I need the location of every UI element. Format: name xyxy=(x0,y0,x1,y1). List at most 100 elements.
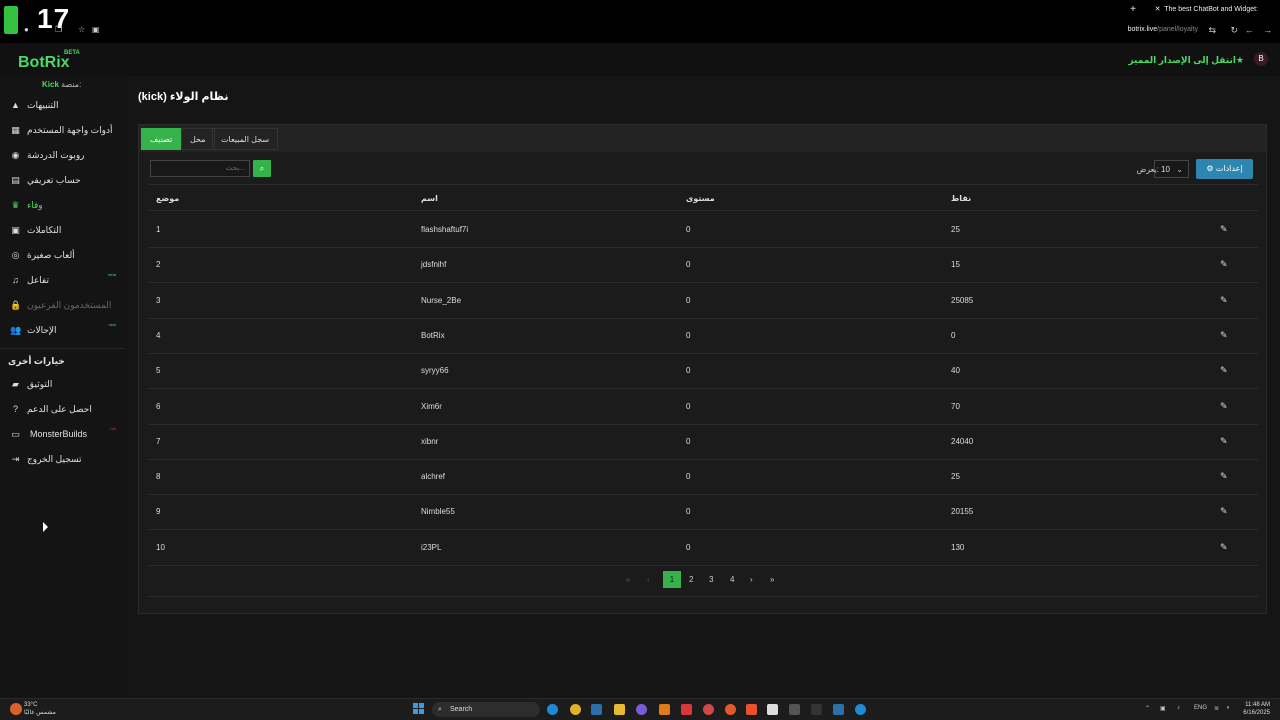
recording-icon[interactable]: ● xyxy=(24,25,29,34)
col-name[interactable]: اسم xyxy=(421,194,438,203)
sidebar-item-logout[interactable]: ⇥ تسجيل الخروج xyxy=(0,449,124,471)
app-blue-icon[interactable] xyxy=(855,704,866,715)
close-tab-icon[interactable]: ✕ xyxy=(1155,6,1161,13)
new-tab-icon[interactable]: + xyxy=(1130,4,1136,15)
tab-ranking[interactable]: تصنيف xyxy=(141,128,182,150)
row-divider xyxy=(148,529,1258,531)
steam-icon[interactable] xyxy=(591,704,602,715)
user-avatar[interactable]: B xyxy=(1254,52,1268,66)
chrome-icon[interactable] xyxy=(570,704,581,715)
app-orange-icon[interactable] xyxy=(725,704,736,715)
sidebar-item-chatbot[interactable]: ◉ روبوت الدردشة xyxy=(0,145,124,167)
edit-icon[interactable]: ✎ xyxy=(1220,401,1228,412)
edit-icon[interactable]: ✎ xyxy=(1220,295,1228,306)
row-name: xibnr xyxy=(421,436,439,446)
sidebar-item-subusers[interactable]: 🔒 المستخدمون الفرعيون xyxy=(0,295,124,317)
sidebar-item-integrations[interactable]: ▣ التكاملات xyxy=(0,220,124,242)
page-2[interactable]: 2 xyxy=(689,571,693,588)
address-bar[interactable]: botrix.live/panel/loyalty xyxy=(1128,26,1198,33)
app-icon[interactable] xyxy=(659,704,670,715)
settings-button[interactable]: ⚙ إعدادات xyxy=(1196,159,1253,179)
sidebar-item-support[interactable]: ? احصل على الدعم xyxy=(0,399,124,421)
sidebar-item-alerts[interactable]: ▲ التنبيهات xyxy=(0,95,124,117)
page-3[interactable]: 3 xyxy=(709,571,713,588)
tab-shop[interactable]: محل xyxy=(181,128,215,150)
tune-icon[interactable]: ⇆ xyxy=(1208,25,1216,36)
warning-icon: ▲ xyxy=(11,100,20,110)
taskbar-search[interactable]: ⌕ Search xyxy=(432,702,540,717)
app-circle-icon[interactable] xyxy=(703,704,714,715)
row-points: 20155 xyxy=(951,507,974,517)
row-position: 2 xyxy=(156,260,161,270)
weather-icon[interactable] xyxy=(10,703,22,715)
row-points: 25 xyxy=(951,472,960,482)
id-card-icon: ▤ xyxy=(11,175,20,185)
start-menu-icon[interactable] xyxy=(413,703,425,715)
edit-icon[interactable]: ✎ xyxy=(1220,259,1228,270)
extension-icon[interactable]: ▣ xyxy=(92,25,100,34)
sidebar-item-minigames[interactable]: ◎ ألعاب صغيرة xyxy=(0,245,124,267)
row-divider xyxy=(148,247,1258,248)
edge-icon[interactable] xyxy=(547,704,558,715)
app-dark-icon[interactable] xyxy=(811,704,822,715)
mouse-cursor xyxy=(43,522,48,532)
steam-2-icon[interactable] xyxy=(833,704,844,715)
wifi-icon[interactable]: ≋ xyxy=(1214,705,1219,712)
sidebar-item-widgets[interactable]: ▦ أدوات واجهة المستخدم xyxy=(0,120,124,142)
copy-icon[interactable]: ❐ xyxy=(55,25,62,34)
search-input[interactable] xyxy=(150,160,250,177)
tray-app-icon[interactable]: ▣ xyxy=(1160,705,1166,712)
edit-icon[interactable]: ✎ xyxy=(1220,365,1228,376)
star-icon[interactable]: ☆ xyxy=(78,25,85,34)
row-level: 0 xyxy=(686,472,691,482)
last-page-icon[interactable]: » xyxy=(770,571,774,588)
col-level[interactable]: مستوى xyxy=(686,194,715,203)
brave-icon[interactable] xyxy=(746,704,757,715)
col-position[interactable]: موضع xyxy=(156,194,179,203)
edit-icon[interactable]: ✎ xyxy=(1220,436,1228,447)
system-clock[interactable]: 11:48 AM 6/16/2025 xyxy=(1243,701,1270,717)
discord-icon[interactable] xyxy=(636,704,647,715)
edit-icon[interactable]: ✎ xyxy=(1220,506,1228,517)
sidebar-item-label: احصل على الدعم xyxy=(27,404,92,414)
back-icon[interactable]: ← xyxy=(1245,25,1254,35)
weather-widget[interactable]: 33°C مشمس غالبًا xyxy=(24,701,56,717)
page-4[interactable]: 4 xyxy=(730,571,734,588)
col-points[interactable]: نقاط xyxy=(951,194,971,203)
app-grey-icon[interactable] xyxy=(789,704,800,715)
brand-logo[interactable]: BotRix xyxy=(18,54,70,72)
forward-icon[interactable]: → xyxy=(1263,25,1272,35)
upgrade-premium-link[interactable]: ★انتقل إلى الإصدار المميز xyxy=(1128,55,1244,66)
browser-tab[interactable]: ✕ The best ChatBot and Widget: xyxy=(1155,5,1258,13)
sidebar-item-interaction[interactable]: ♫ تفاعل beta xyxy=(0,270,124,292)
sidebar-item-profile[interactable]: ▤ حساب تعريفي xyxy=(0,170,124,192)
folder-icon[interactable] xyxy=(614,704,625,715)
browser-chrome: 17 ● ❐ ☆ ▣ + ✕ The best ChatBot and Widg… xyxy=(0,0,1280,43)
edit-icon[interactable]: ✎ xyxy=(1220,471,1228,482)
app-red-icon[interactable] xyxy=(681,704,692,715)
tray-chevron-icon[interactable]: ⌃ xyxy=(1145,705,1150,712)
sidebar-item-monsterbuilds[interactable]: ▭ MonsterBuilds hot xyxy=(0,424,124,446)
row-name: Nurse_2Be xyxy=(421,295,462,305)
page-size-select[interactable]: 10 ⌄ xyxy=(1154,160,1189,178)
edit-icon[interactable]: ✎ xyxy=(1220,330,1228,341)
row-points: 40 xyxy=(951,366,960,376)
microphone-icon[interactable]: ♪ xyxy=(1177,705,1180,711)
volume-icon[interactable]: ◖ xyxy=(1226,705,1230,711)
row-position: 9 xyxy=(156,507,161,517)
notepad-icon[interactable] xyxy=(767,704,778,715)
sidebar-item-loyalty[interactable]: ♛ وفاء xyxy=(0,195,124,217)
edit-icon[interactable]: ✎ xyxy=(1220,224,1228,235)
search-button[interactable]: ⌕ xyxy=(253,160,271,177)
sidebar-item-docs[interactable]: ▰ التوثيق xyxy=(0,374,124,396)
tab-sales-log[interactable]: سجل المبيعات xyxy=(212,128,279,150)
page-1[interactable]: 1 xyxy=(663,571,681,588)
row-points: 24040 xyxy=(951,436,974,446)
sidebar-item-referrals[interactable]: 👥 الإحالات new xyxy=(0,320,124,342)
edit-icon[interactable]: ✎ xyxy=(1220,542,1228,553)
row-level: 0 xyxy=(686,260,691,270)
sidebar-item-label: ألعاب صغيرة xyxy=(27,250,75,260)
language-indicator[interactable]: ENG xyxy=(1194,705,1207,711)
next-page-icon[interactable]: › xyxy=(750,571,753,588)
reload-icon[interactable]: ↻ xyxy=(1230,25,1238,36)
